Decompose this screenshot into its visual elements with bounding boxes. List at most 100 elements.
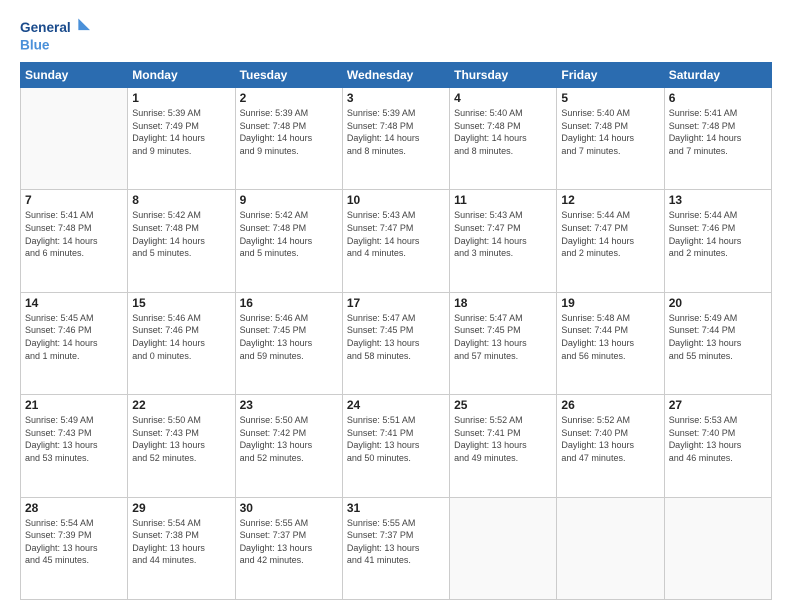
weekday-header-friday: Friday bbox=[557, 63, 664, 88]
week-row-3: 21 Sunrise: 5:49 AM Sunset: 7:43 PM Dayli… bbox=[21, 395, 772, 497]
day-cell: 16 Sunrise: 5:46 AM Sunset: 7:45 PM Dayli… bbox=[235, 292, 342, 394]
day-number: 19 bbox=[561, 296, 659, 310]
day-info: Sunrise: 5:47 AM Sunset: 7:45 PM Dayligh… bbox=[454, 312, 552, 362]
week-row-0: 1 Sunrise: 5:39 AM Sunset: 7:49 PM Daylig… bbox=[21, 88, 772, 190]
day-info: Sunrise: 5:49 AM Sunset: 7:44 PM Dayligh… bbox=[669, 312, 767, 362]
day-number: 6 bbox=[669, 91, 767, 105]
calendar-body: 1 Sunrise: 5:39 AM Sunset: 7:49 PM Daylig… bbox=[21, 88, 772, 600]
day-cell: 9 Sunrise: 5:42 AM Sunset: 7:48 PM Daylig… bbox=[235, 190, 342, 292]
day-number: 17 bbox=[347, 296, 445, 310]
day-number: 22 bbox=[132, 398, 230, 412]
logo: General Blue bbox=[20, 16, 90, 54]
calendar-header: SundayMondayTuesdayWednesdayThursdayFrid… bbox=[21, 63, 772, 88]
day-info: Sunrise: 5:54 AM Sunset: 7:39 PM Dayligh… bbox=[25, 517, 123, 567]
day-number: 11 bbox=[454, 193, 552, 207]
calendar-page: General Blue SundayMondayTuesdayWednesda… bbox=[0, 0, 792, 612]
day-cell: 15Sunrise: 5:46 AM Sunset: 7:46 PM Dayli… bbox=[128, 292, 235, 394]
day-cell: 20Sunrise: 5:49 AM Sunset: 7:44 PM Dayli… bbox=[664, 292, 771, 394]
week-row-2: 14Sunrise: 5:45 AM Sunset: 7:46 PM Dayli… bbox=[21, 292, 772, 394]
day-info: Sunrise: 5:39 AM Sunset: 7:48 PM Dayligh… bbox=[347, 107, 445, 157]
day-number: 26 bbox=[561, 398, 659, 412]
day-info: Sunrise: 5:44 AM Sunset: 7:47 PM Dayligh… bbox=[561, 209, 659, 259]
day-cell: 12 Sunrise: 5:44 AM Sunset: 7:47 PM Dayli… bbox=[557, 190, 664, 292]
day-cell: 24 Sunrise: 5:51 AM Sunset: 7:41 PM Dayli… bbox=[342, 395, 449, 497]
day-cell: 29 Sunrise: 5:54 AM Sunset: 7:38 PM Dayli… bbox=[128, 497, 235, 599]
day-cell: 19Sunrise: 5:48 AM Sunset: 7:44 PM Dayli… bbox=[557, 292, 664, 394]
day-cell: 5Sunrise: 5:40 AM Sunset: 7:48 PM Daylig… bbox=[557, 88, 664, 190]
logo-icon: General Blue bbox=[20, 16, 90, 54]
day-info: Sunrise: 5:39 AM Sunset: 7:49 PM Dayligh… bbox=[132, 107, 230, 157]
day-number: 2 bbox=[240, 91, 338, 105]
day-number: 28 bbox=[25, 501, 123, 515]
day-cell: 1 Sunrise: 5:39 AM Sunset: 7:49 PM Daylig… bbox=[128, 88, 235, 190]
day-cell: 17Sunrise: 5:47 AM Sunset: 7:45 PM Dayli… bbox=[342, 292, 449, 394]
weekday-header-wednesday: Wednesday bbox=[342, 63, 449, 88]
day-info: Sunrise: 5:46 AM Sunset: 7:45 PM Dayligh… bbox=[240, 312, 338, 362]
day-info: Sunrise: 5:51 AM Sunset: 7:41 PM Dayligh… bbox=[347, 414, 445, 464]
day-info: Sunrise: 5:52 AM Sunset: 7:40 PM Dayligh… bbox=[561, 414, 659, 464]
calendar-table: SundayMondayTuesdayWednesdayThursdayFrid… bbox=[20, 62, 772, 600]
day-number: 29 bbox=[132, 501, 230, 515]
day-number: 1 bbox=[132, 91, 230, 105]
day-cell: 22Sunrise: 5:50 AM Sunset: 7:43 PM Dayli… bbox=[128, 395, 235, 497]
day-cell: 23Sunrise: 5:50 AM Sunset: 7:42 PM Dayli… bbox=[235, 395, 342, 497]
day-number: 24 bbox=[347, 398, 445, 412]
day-number: 21 bbox=[25, 398, 123, 412]
day-cell: 31 Sunrise: 5:55 AM Sunset: 7:37 PM Dayli… bbox=[342, 497, 449, 599]
day-number: 30 bbox=[240, 501, 338, 515]
day-number: 13 bbox=[669, 193, 767, 207]
day-info: Sunrise: 5:49 AM Sunset: 7:43 PM Dayligh… bbox=[25, 414, 123, 464]
day-number: 14 bbox=[25, 296, 123, 310]
day-number: 7 bbox=[25, 193, 123, 207]
day-number: 16 bbox=[240, 296, 338, 310]
day-info: Sunrise: 5:39 AM Sunset: 7:48 PM Dayligh… bbox=[240, 107, 338, 157]
day-info: Sunrise: 5:44 AM Sunset: 7:46 PM Dayligh… bbox=[669, 209, 767, 259]
week-row-4: 28 Sunrise: 5:54 AM Sunset: 7:39 PM Dayli… bbox=[21, 497, 772, 599]
weekday-header-monday: Monday bbox=[128, 63, 235, 88]
day-cell: 18 Sunrise: 5:47 AM Sunset: 7:45 PM Dayli… bbox=[450, 292, 557, 394]
day-number: 9 bbox=[240, 193, 338, 207]
day-cell: 28 Sunrise: 5:54 AM Sunset: 7:39 PM Dayli… bbox=[21, 497, 128, 599]
day-cell: 4Sunrise: 5:40 AM Sunset: 7:48 PM Daylig… bbox=[450, 88, 557, 190]
day-info: Sunrise: 5:43 AM Sunset: 7:47 PM Dayligh… bbox=[454, 209, 552, 259]
day-cell: 13 Sunrise: 5:44 AM Sunset: 7:46 PM Dayli… bbox=[664, 190, 771, 292]
day-info: Sunrise: 5:55 AM Sunset: 7:37 PM Dayligh… bbox=[347, 517, 445, 567]
day-number: 31 bbox=[347, 501, 445, 515]
day-number: 23 bbox=[240, 398, 338, 412]
day-cell: 21 Sunrise: 5:49 AM Sunset: 7:43 PM Dayli… bbox=[21, 395, 128, 497]
weekday-header-tuesday: Tuesday bbox=[235, 63, 342, 88]
day-cell: 27Sunrise: 5:53 AM Sunset: 7:40 PM Dayli… bbox=[664, 395, 771, 497]
header: General Blue bbox=[20, 16, 772, 54]
day-cell: 25 Sunrise: 5:52 AM Sunset: 7:41 PM Dayli… bbox=[450, 395, 557, 497]
day-info: Sunrise: 5:41 AM Sunset: 7:48 PM Dayligh… bbox=[669, 107, 767, 157]
weekday-header-saturday: Saturday bbox=[664, 63, 771, 88]
day-cell: 30 Sunrise: 5:55 AM Sunset: 7:37 PM Dayli… bbox=[235, 497, 342, 599]
weekday-header-sunday: Sunday bbox=[21, 63, 128, 88]
day-number: 25 bbox=[454, 398, 552, 412]
day-cell bbox=[21, 88, 128, 190]
day-number: 8 bbox=[132, 193, 230, 207]
day-cell bbox=[664, 497, 771, 599]
day-info: Sunrise: 5:54 AM Sunset: 7:38 PM Dayligh… bbox=[132, 517, 230, 567]
day-number: 12 bbox=[561, 193, 659, 207]
day-cell: 11 Sunrise: 5:43 AM Sunset: 7:47 PM Dayli… bbox=[450, 190, 557, 292]
day-number: 18 bbox=[454, 296, 552, 310]
day-number: 15 bbox=[132, 296, 230, 310]
day-number: 4 bbox=[454, 91, 552, 105]
day-cell: 7Sunrise: 5:41 AM Sunset: 7:48 PM Daylig… bbox=[21, 190, 128, 292]
day-info: Sunrise: 5:42 AM Sunset: 7:48 PM Dayligh… bbox=[240, 209, 338, 259]
day-cell bbox=[450, 497, 557, 599]
day-info: Sunrise: 5:55 AM Sunset: 7:37 PM Dayligh… bbox=[240, 517, 338, 567]
day-cell: 2 Sunrise: 5:39 AM Sunset: 7:48 PM Daylig… bbox=[235, 88, 342, 190]
day-cell: 10 Sunrise: 5:43 AM Sunset: 7:47 PM Dayli… bbox=[342, 190, 449, 292]
day-cell: 14Sunrise: 5:45 AM Sunset: 7:46 PM Dayli… bbox=[21, 292, 128, 394]
day-info: Sunrise: 5:42 AM Sunset: 7:48 PM Dayligh… bbox=[132, 209, 230, 259]
day-info: Sunrise: 5:43 AM Sunset: 7:47 PM Dayligh… bbox=[347, 209, 445, 259]
day-info: Sunrise: 5:52 AM Sunset: 7:41 PM Dayligh… bbox=[454, 414, 552, 464]
day-cell: 6 Sunrise: 5:41 AM Sunset: 7:48 PM Daylig… bbox=[664, 88, 771, 190]
day-cell: 3Sunrise: 5:39 AM Sunset: 7:48 PM Daylig… bbox=[342, 88, 449, 190]
day-number: 10 bbox=[347, 193, 445, 207]
day-cell: 8 Sunrise: 5:42 AM Sunset: 7:48 PM Daylig… bbox=[128, 190, 235, 292]
svg-text:General: General bbox=[20, 20, 71, 35]
day-number: 27 bbox=[669, 398, 767, 412]
